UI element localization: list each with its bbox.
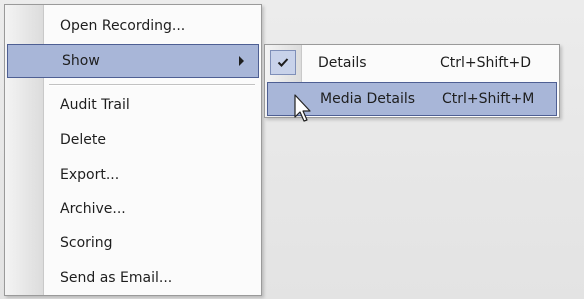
menu-item-label: Audit Trail: [60, 97, 130, 113]
menu-item-audit-trail[interactable]: Audit Trail: [6, 88, 260, 122]
shortcut-label: Ctrl+Shift+M: [442, 91, 535, 107]
menu-item-open-recording[interactable]: Open Recording...: [6, 9, 260, 43]
menu-item-label: Export...: [60, 167, 120, 183]
context-menu: Open Recording... Show Audit Trail Delet…: [4, 4, 262, 296]
menu-item-label: Send as Email...: [60, 270, 173, 286]
menu-item-label: Scoring: [60, 235, 113, 251]
submenu-item-label: Media Details: [320, 91, 416, 107]
menu-item-show[interactable]: Show: [7, 44, 259, 78]
menu-item-send-as-email[interactable]: Send as Email...: [6, 261, 260, 295]
submenu-item-label: Details: [318, 55, 367, 71]
chevron-right-icon: [239, 56, 244, 66]
menu-item-archive[interactable]: Archive...: [6, 192, 260, 226]
shortcut-label: Ctrl+Shift+D: [440, 55, 531, 71]
checkmark-icon: [270, 50, 296, 75]
menu-item-delete[interactable]: Delete: [6, 123, 260, 157]
menu-item-label: Archive...: [60, 201, 126, 217]
submenu-item-details[interactable]: Details Ctrl+Shift+D: [266, 46, 558, 80]
mouse-pointer-icon: [294, 94, 314, 124]
menu-item-label: Show: [62, 53, 100, 69]
menu-item-label: Delete: [60, 132, 106, 148]
menu-item-scoring[interactable]: Scoring: [6, 226, 260, 260]
menu-separator: [49, 84, 255, 86]
menu-item-label: Open Recording...: [60, 18, 186, 34]
menu-item-export[interactable]: Export...: [6, 158, 260, 192]
